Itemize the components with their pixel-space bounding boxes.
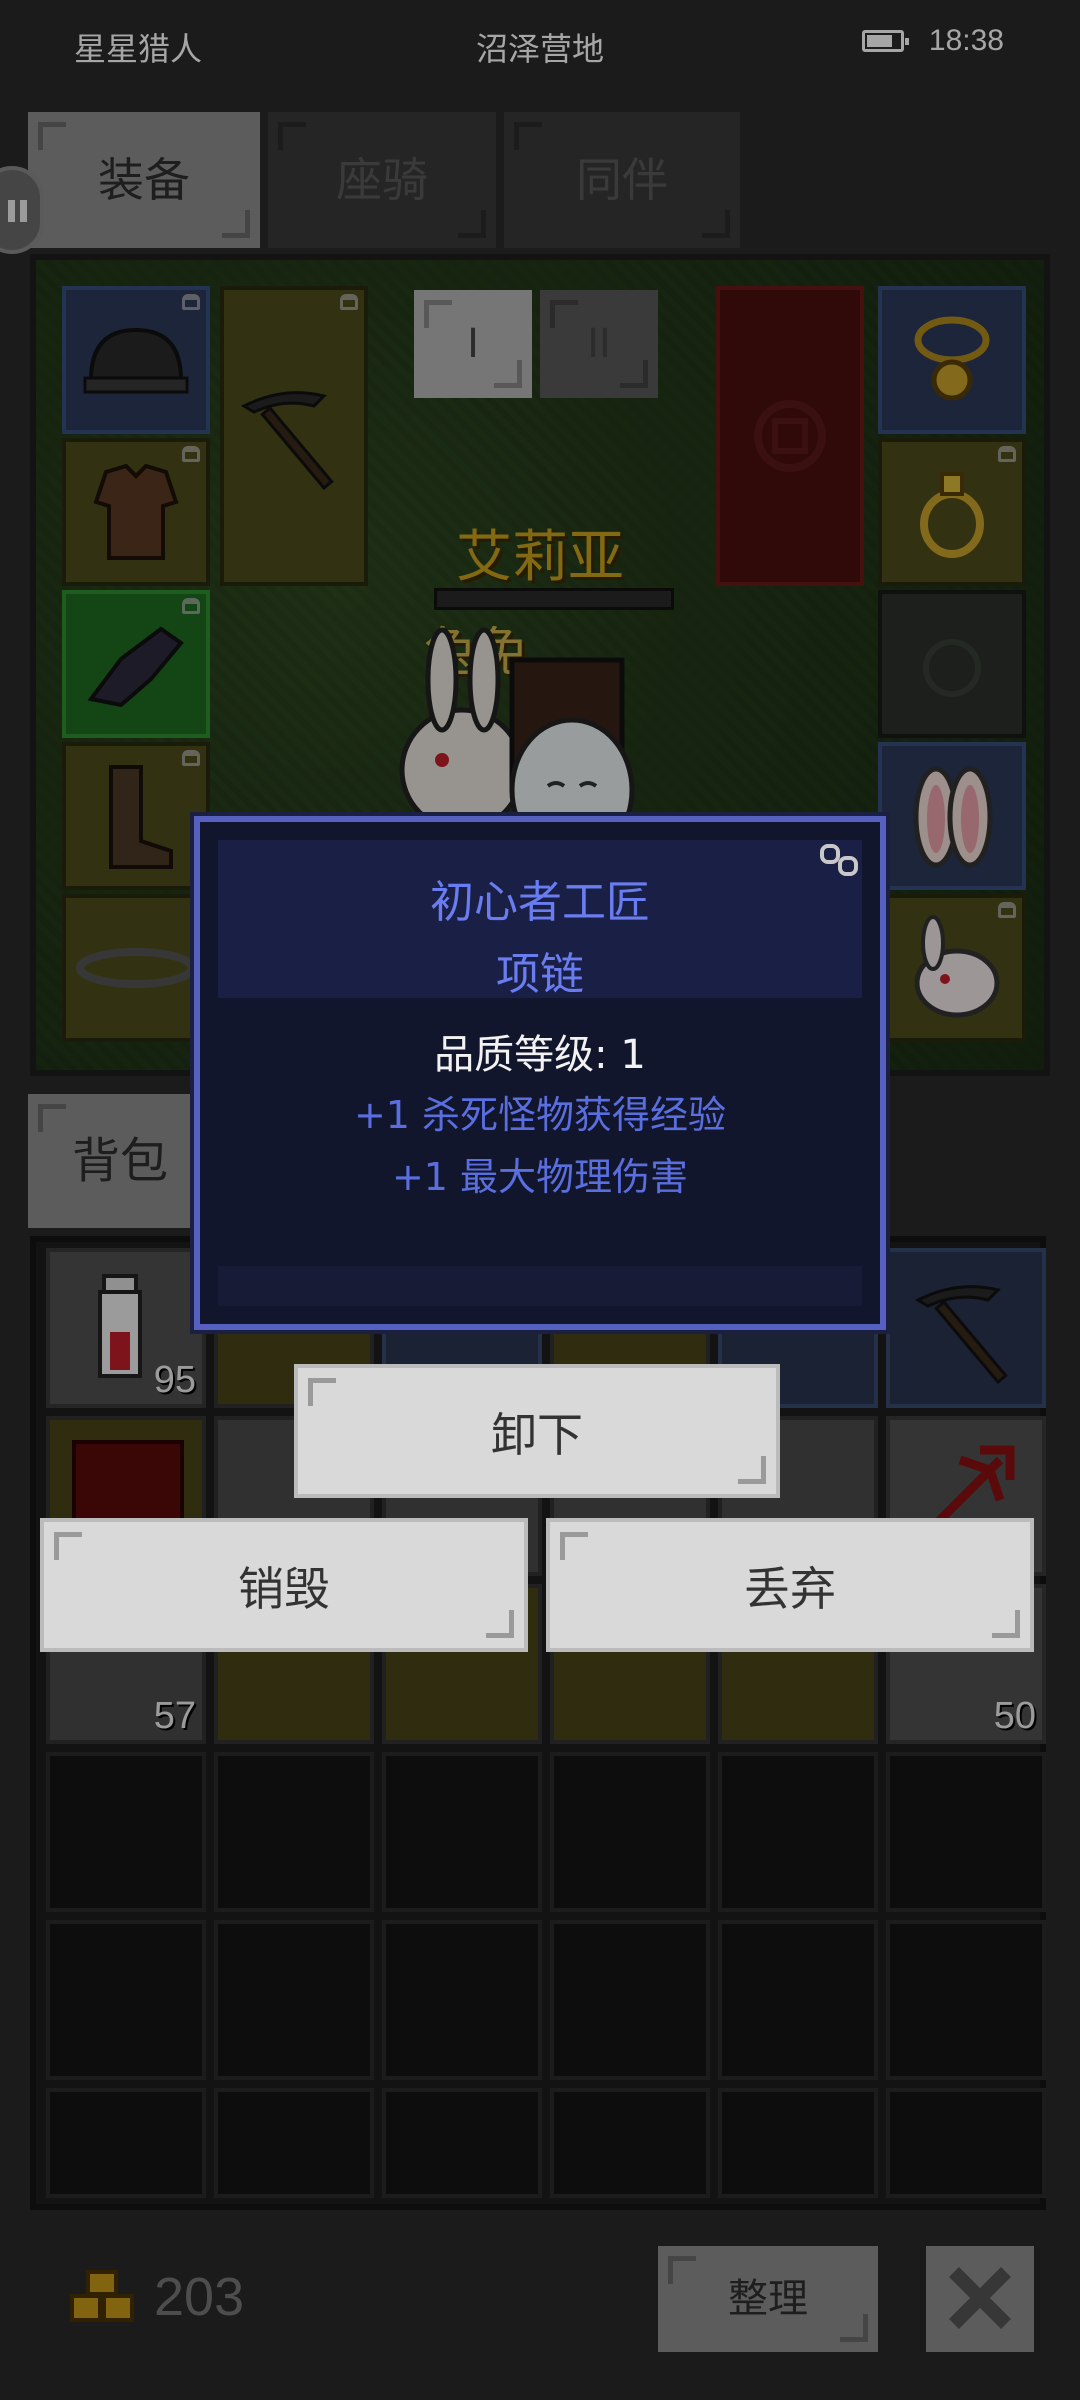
item-type: 项链	[496, 949, 584, 1000]
item-name: 初心者工匠	[430, 877, 650, 928]
item-tooltip: 初心者工匠 项链 品质等级: 1 +1 杀死怪物获得经验 +1 最大物理伤害	[194, 816, 886, 1330]
destroy-button[interactable]: 销毁	[40, 1518, 528, 1652]
unequip-button[interactable]: 卸下	[294, 1364, 780, 1498]
destroy-label: 销毁	[238, 1562, 330, 1616]
tooltip-footer	[218, 1266, 862, 1306]
drop-button[interactable]: 丢弃	[546, 1518, 1034, 1652]
tooltip-header: 初心者工匠 项链	[218, 840, 862, 1000]
drop-label: 丢弃	[744, 1562, 836, 1616]
item-stat: +1 杀死怪物获得经验	[353, 1093, 727, 1137]
item-quality: 品质等级: 1	[434, 1032, 646, 1078]
unequip-label: 卸下	[491, 1408, 583, 1462]
link-icon[interactable]	[818, 838, 862, 882]
item-stat: +1 最大物理伤害	[391, 1155, 689, 1199]
